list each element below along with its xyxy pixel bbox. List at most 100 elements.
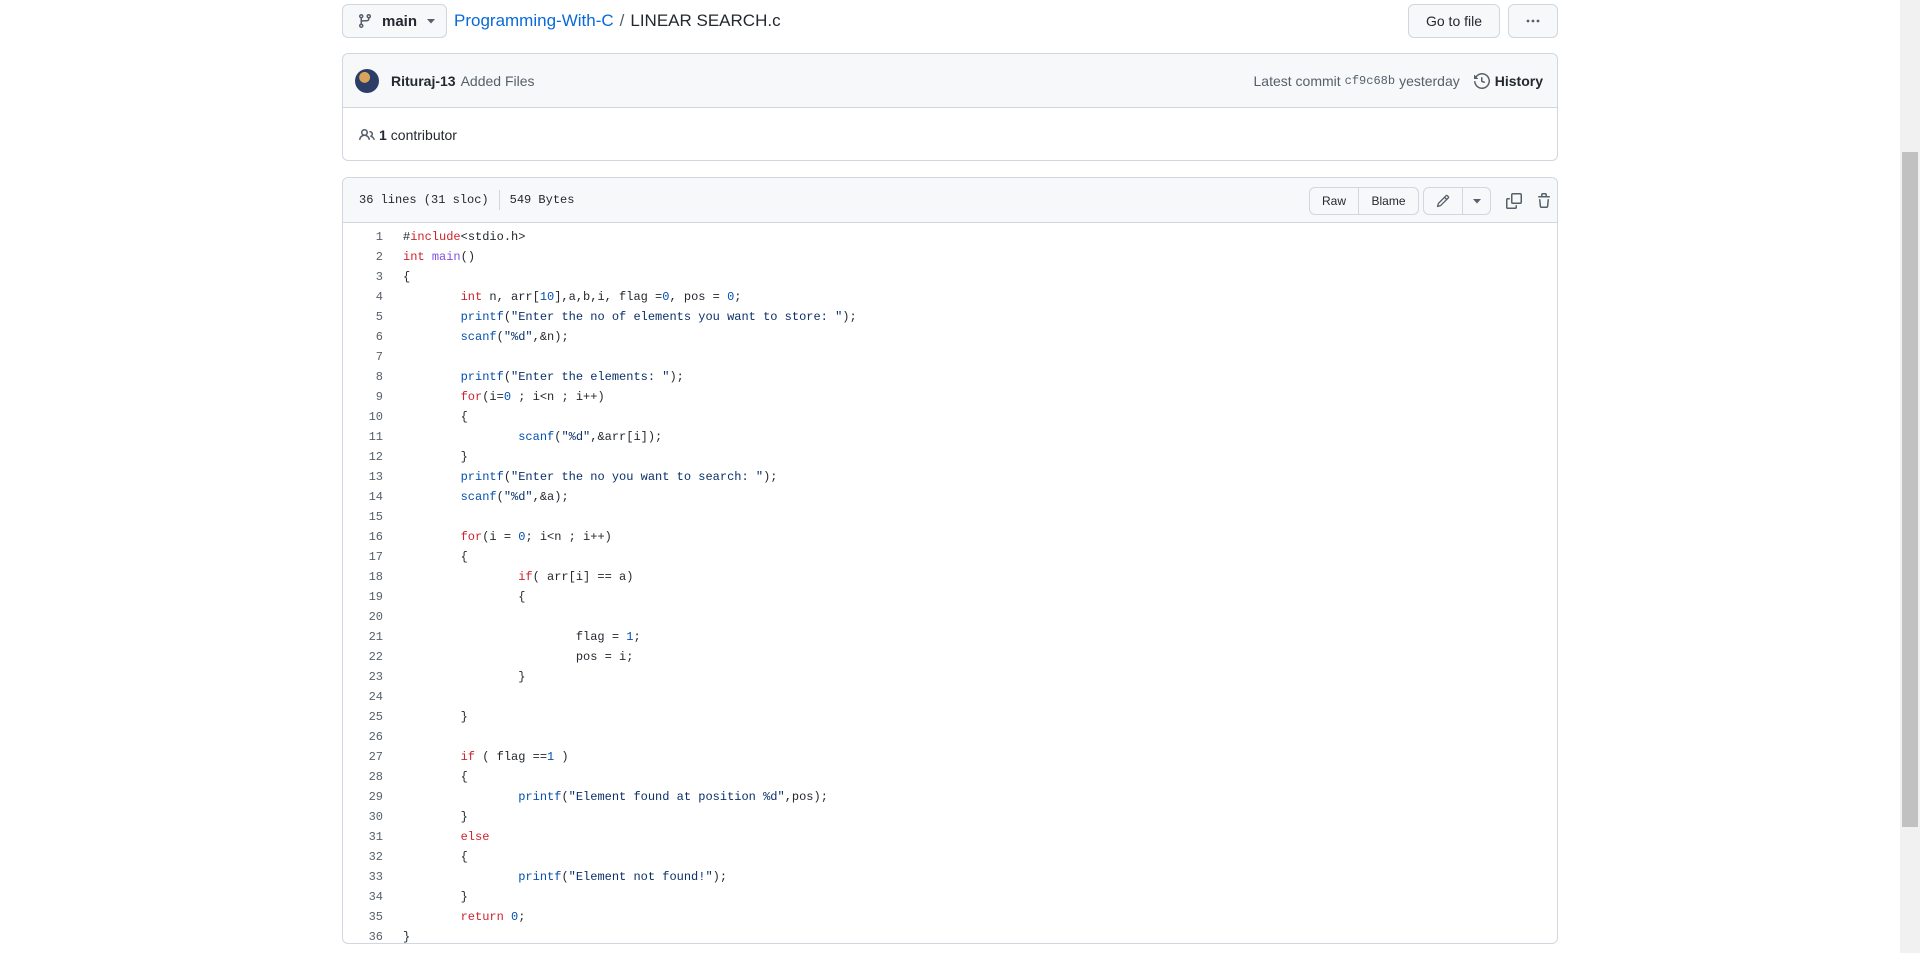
code-line: 9 for(i=0 ; i<n ; i++) <box>343 387 1557 407</box>
code-line: 24 <box>343 687 1557 707</box>
code-text: #include<stdio.h> <box>403 230 526 244</box>
code-text: int main() <box>403 250 476 264</box>
contributors-row[interactable]: 1 contributor <box>343 108 1557 161</box>
line-number[interactable]: 18 <box>343 570 383 584</box>
line-number[interactable]: 23 <box>343 670 383 684</box>
line-number[interactable]: 7 <box>343 350 383 364</box>
breadcrumb-separator: / <box>619 11 625 30</box>
code-line: 29 printf("Element found at position %d"… <box>343 787 1557 807</box>
code-text: scanf("%d",&n); <box>460 330 569 344</box>
edit-file-button[interactable] <box>1423 187 1463 215</box>
line-number[interactable]: 27 <box>343 750 383 764</box>
line-number[interactable]: 29 <box>343 790 383 804</box>
branch-selector-button[interactable]: main <box>342 4 447 38</box>
people-icon <box>359 128 375 140</box>
line-number[interactable]: 8 <box>343 370 383 384</box>
line-number[interactable]: 28 <box>343 770 383 784</box>
line-number[interactable]: 13 <box>343 470 383 484</box>
repo-link[interactable]: Programming-With-C <box>454 11 614 31</box>
raw-blame-group: Raw Blame <box>1309 187 1419 215</box>
scrollbar-thumb[interactable] <box>1902 152 1918 827</box>
code-text: printf("Element found at position %d",po… <box>518 790 828 804</box>
commit-meta: Latest commit cf9c68b yesterday History <box>1254 54 1543 108</box>
line-number[interactable]: 32 <box>343 850 383 864</box>
go-to-file-button[interactable]: Go to file <box>1408 4 1500 38</box>
code-text: flag = 1; <box>403 630 641 644</box>
edit-options-button[interactable] <box>1463 187 1491 215</box>
code-text: } <box>403 450 468 464</box>
line-number[interactable]: 19 <box>343 590 383 604</box>
code-line: 1 #include<stdio.h> <box>343 227 1557 247</box>
commit-sha[interactable]: cf9c68b <box>1345 74 1395 88</box>
line-number[interactable]: 14 <box>343 490 383 504</box>
edit-group <box>1423 187 1491 215</box>
line-number[interactable]: 17 <box>343 550 383 564</box>
blame-button[interactable]: Blame <box>1359 187 1419 215</box>
code-line: 8 printf("Enter the elements: "); <box>343 367 1557 387</box>
line-number[interactable]: 12 <box>343 450 383 464</box>
line-number[interactable]: 16 <box>343 530 383 544</box>
code-text: } <box>403 710 468 724</box>
line-number[interactable]: 4 <box>343 290 383 304</box>
code-text: scanf("%d",&a); <box>460 490 569 504</box>
history-link[interactable]: History <box>1473 73 1543 89</box>
copy-button[interactable] <box>1501 187 1527 215</box>
code-text: return 0; <box>460 910 526 924</box>
code-text: scanf("%d",&arr[i]); <box>518 430 663 444</box>
line-number[interactable]: 6 <box>343 330 383 344</box>
file-content-box: 36 lines (31 sloc) 549 Bytes Raw Blame 1… <box>342 177 1558 944</box>
line-number[interactable]: 21 <box>343 630 383 644</box>
code-line: 36} <box>343 927 1557 943</box>
line-number[interactable]: 20 <box>343 610 383 624</box>
code-line: 18 if( arr[i] == a) <box>343 567 1557 587</box>
contributor-label: contributor <box>390 126 457 143</box>
line-number[interactable]: 36 <box>343 930 383 943</box>
code-viewer[interactable]: 1 #include<stdio.h> 2 int main() 3{4 int n, … <box>343 223 1557 943</box>
code-line: 27 if ( flag ==1 ) <box>343 747 1557 767</box>
scrollbar[interactable] <box>1900 0 1920 953</box>
line-number[interactable]: 33 <box>343 870 383 884</box>
code-text: { <box>403 590 526 604</box>
code-line: 3{ <box>343 267 1557 287</box>
code-text: int n, arr[10],a,b,i, flag =0, pos = 0; <box>460 290 742 304</box>
code-line: 35 return 0; <box>343 907 1557 927</box>
git-branch-icon <box>358 14 371 29</box>
code-line: 6 scanf("%d",&n); <box>343 327 1557 347</box>
file-header: 36 lines (31 sloc) 549 Bytes Raw Blame <box>343 178 1557 223</box>
code-text: { <box>403 550 468 564</box>
code-text: } <box>403 890 468 904</box>
line-number[interactable]: 30 <box>343 810 383 824</box>
commit-author[interactable]: Rituraj-13 <box>391 73 456 89</box>
line-number[interactable]: 9 <box>343 390 383 404</box>
code-line: 12 } <box>343 447 1557 467</box>
line-number[interactable]: 10 <box>343 410 383 424</box>
line-number[interactable]: 34 <box>343 890 383 904</box>
code-text: } <box>403 670 526 684</box>
code-text: { <box>403 770 468 784</box>
delete-button[interactable] <box>1531 187 1557 215</box>
more-options-button[interactable] <box>1508 4 1558 38</box>
line-number[interactable]: 22 <box>343 650 383 664</box>
code-line: 33 printf("Element not found!"); <box>343 867 1557 887</box>
branch-name: main <box>382 12 418 30</box>
line-number[interactable]: 26 <box>343 730 383 744</box>
code-text: for(i = 0; i<n ; i++) <box>460 530 612 544</box>
line-number[interactable]: 5 <box>343 310 383 324</box>
line-number[interactable]: 11 <box>343 430 383 444</box>
triangle-down-icon <box>427 19 436 24</box>
divider <box>498 190 500 210</box>
history-label: History <box>1494 73 1543 89</box>
line-number[interactable]: 24 <box>343 690 383 704</box>
avatar[interactable] <box>355 68 379 93</box>
line-number[interactable]: 1 <box>343 230 383 244</box>
line-number[interactable]: 25 <box>343 710 383 724</box>
line-number[interactable]: 35 <box>343 910 383 924</box>
line-number[interactable]: 2 <box>343 250 383 264</box>
commit-box: Rituraj-13 Added Files Latest commit cf9… <box>342 53 1558 161</box>
commit-message[interactable]: Added Files <box>461 73 535 89</box>
file-size: 549 Bytes <box>509 193 575 207</box>
line-number[interactable]: 15 <box>343 510 383 524</box>
raw-button[interactable]: Raw <box>1309 187 1359 215</box>
line-number[interactable]: 31 <box>343 830 383 844</box>
line-number[interactable]: 3 <box>343 270 383 284</box>
